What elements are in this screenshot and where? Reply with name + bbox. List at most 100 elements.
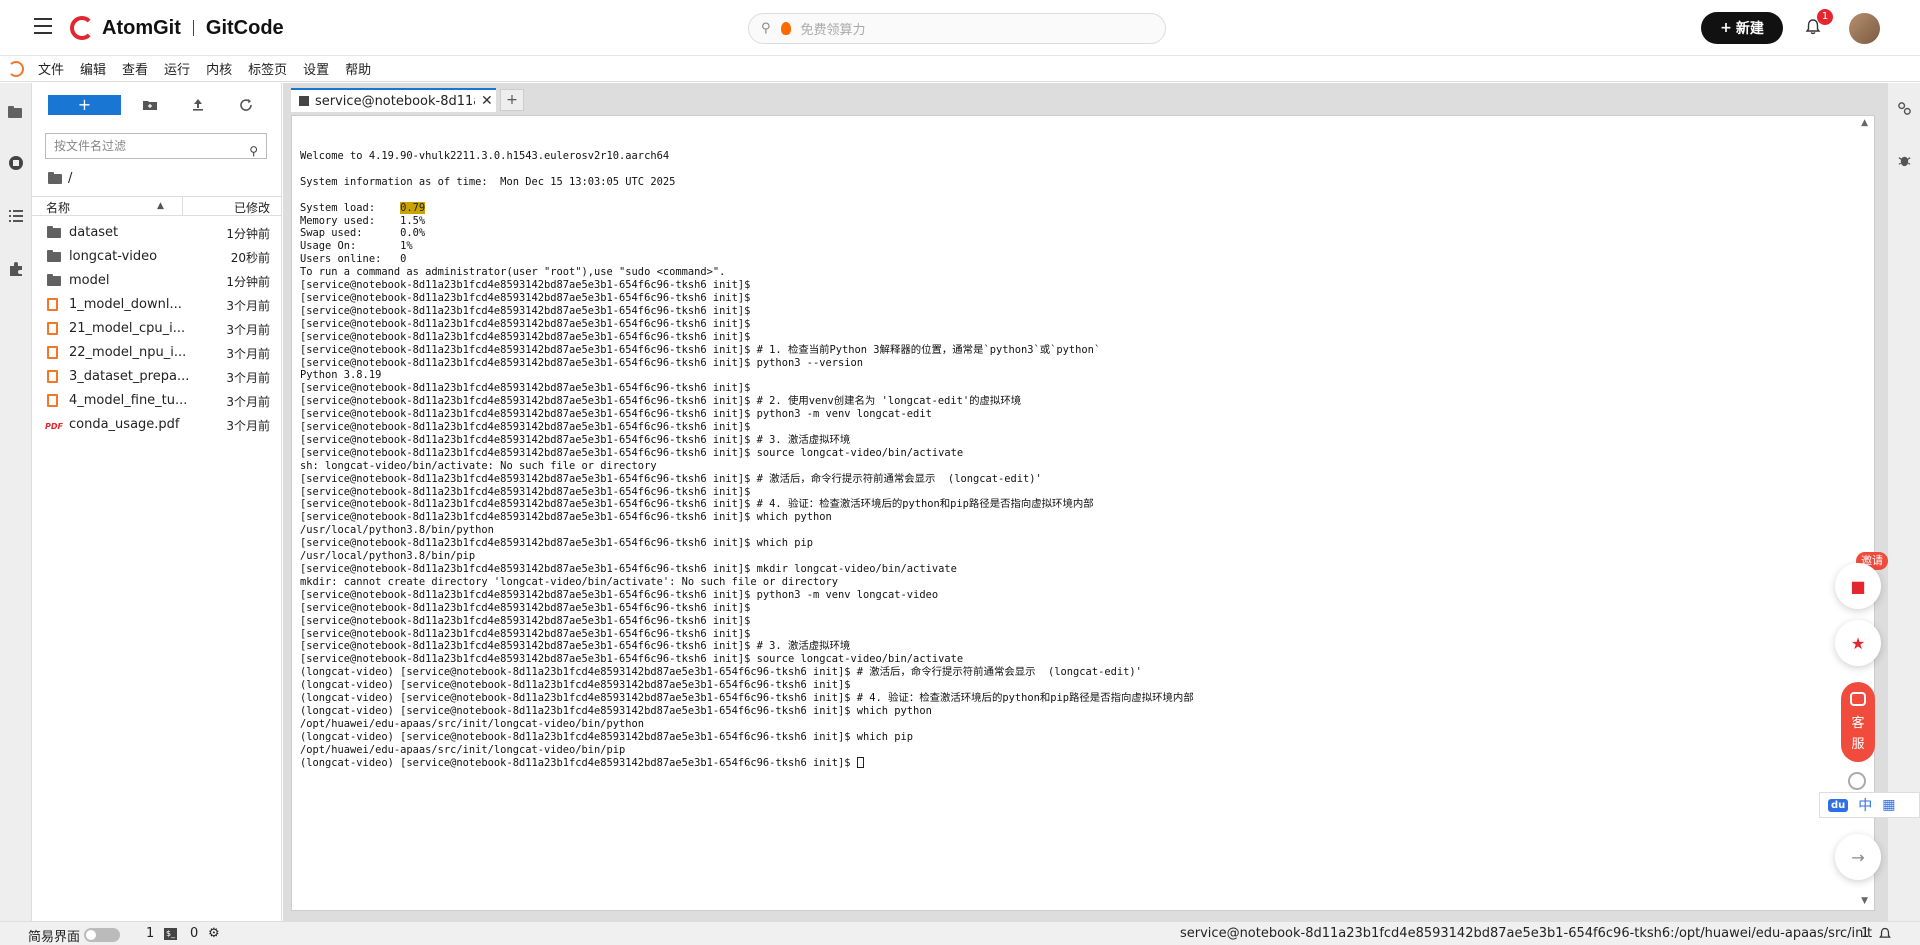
menu-kernel[interactable]: 内核 (206, 59, 232, 78)
search-icon: ⚲ (761, 21, 771, 36)
menu-view[interactable]: 查看 (122, 59, 148, 78)
notebook-icon (47, 322, 58, 339)
folder-icon (48, 171, 62, 184)
new-button-label: 新建 (1735, 21, 1764, 37)
list-item[interactable]: longcat-video 20秒前 (32, 245, 282, 269)
terminal-path: service@notebook-8d11a23b1fcd4e8593142bd… (1180, 926, 1873, 941)
column-divider (182, 197, 183, 215)
notebook-icon (47, 298, 58, 315)
file-modified: 3个月前 (226, 395, 270, 409)
refresh-icon[interactable] (238, 97, 254, 113)
arrow-right-icon: → (1851, 847, 1865, 867)
sort-asc-icon[interactable]: ▲ (157, 201, 164, 211)
add-tab-button[interactable]: + (500, 89, 524, 111)
search-placeholder: 免费领算力 (800, 23, 866, 38)
kernel-count[interactable]: 1 (146, 926, 154, 941)
terminal-history: Memory used: 1.5% Swap used: 0.0% Usage … (300, 214, 1194, 756)
list-item[interactable]: 21_model_cpu_i... 3个月前 (32, 317, 282, 341)
bell-icon[interactable] (1878, 927, 1892, 941)
notebook-icon (47, 346, 58, 363)
debugger-icon[interactable] (1897, 153, 1912, 168)
terminal-cursor (856, 757, 864, 769)
file-list-header: 名称 ▲ 已修改 (32, 196, 282, 216)
customer-service-button[interactable]: 客 服 (1841, 682, 1875, 762)
avatar[interactable] (1849, 13, 1880, 44)
upload-icon[interactable] (190, 97, 206, 113)
column-modified[interactable]: 已修改 (234, 199, 270, 216)
scroll-down-arrow[interactable]: ▼ (1861, 896, 1868, 906)
terminal-icon (299, 96, 309, 106)
file-modified: 20秒前 (230, 251, 270, 265)
filter-placeholder: 按文件名过滤 (54, 139, 127, 153)
file-filter-input[interactable]: 按文件名过滤 ⚲ (45, 133, 267, 159)
forward-button[interactable]: → (1835, 834, 1881, 880)
menu-help[interactable]: 帮助 (345, 59, 371, 78)
search-input[interactable]: ⚲ 免费领算力 (748, 13, 1166, 44)
search-icon: ⚲ (249, 144, 258, 158)
file-modified: 3个月前 (226, 323, 270, 337)
menu-settings[interactable]: 设置 (303, 59, 329, 78)
hamburger-menu-icon[interactable] (34, 18, 52, 36)
list-item[interactable]: 3_dataset_prepa... 3个月前 (32, 365, 282, 389)
status-bar: 简易界面 1 $_ 0 ⚙ service@notebook-8d11a23b1… (0, 921, 1920, 945)
logo-sub: GitCode (205, 16, 284, 39)
gift-button[interactable]: ■ (1835, 563, 1881, 609)
terminal-prompt: (longcat-video) [service@notebook-8d11a2… (300, 756, 857, 769)
running-icon[interactable] (8, 155, 24, 171)
list-item[interactable]: 1_model_downl... 3个月前 (32, 293, 282, 317)
list-item[interactable]: 22_model_npu_i... 3个月前 (32, 341, 282, 365)
tab-terminal[interactable]: service@notebook-8d11a23b ✕ (291, 88, 496, 112)
site-logo[interactable]: AtomGit GitCode (70, 13, 284, 43)
fire-icon (780, 22, 791, 35)
terminal-output: Welcome to 4.19.90-vhulk2211.3.0.h1543.e… (300, 150, 1194, 770)
jupyter-logo-icon (8, 60, 24, 77)
file-modified: 3个月前 (226, 347, 270, 361)
list-item[interactable]: PDF conda_usage.pdf 3个月前 (32, 413, 282, 437)
top-navbar: AtomGit GitCode ⚲ 免费领算力 + 新建 1 (0, 0, 1920, 56)
misc-float-icon[interactable] (1848, 772, 1866, 790)
extension-icon[interactable] (8, 261, 24, 277)
file-name: longcat-video (69, 249, 158, 264)
new-folder-icon[interactable] (142, 97, 158, 113)
menu-edit[interactable]: 编辑 (80, 59, 106, 78)
gift-icon: ■ (1850, 576, 1866, 596)
simple-mode-toggle[interactable] (84, 928, 120, 942)
file-name: 3_dataset_prepa... (69, 369, 189, 384)
folder-icon[interactable] (8, 103, 24, 119)
file-name: dataset (69, 225, 119, 240)
pdf-icon: PDF (45, 422, 63, 431)
file-name: conda_usage.pdf (69, 417, 180, 432)
file-modified: 1分钟前 (226, 275, 270, 289)
close-icon[interactable]: ✕ (481, 93, 493, 109)
terminal-panel[interactable]: Welcome to 4.19.90-vhulk2211.3.0.h1543.e… (291, 115, 1875, 911)
simple-mode-label: 简易界面 (28, 930, 81, 945)
property-inspector-icon[interactable] (1897, 101, 1912, 116)
atomgit-logo-icon (70, 16, 94, 40)
breadcrumb[interactable]: / (48, 171, 72, 186)
notebook-icon (47, 394, 58, 411)
new-button[interactable]: + 新建 (1701, 12, 1783, 44)
terminal-icon: $_ (164, 928, 177, 940)
ime-lang[interactable]: 中 (1858, 795, 1872, 815)
column-name[interactable]: 名称 (46, 199, 70, 216)
menu-file[interactable]: 文件 (38, 59, 64, 78)
list-item[interactable]: 4_model_fine_tu... 3个月前 (32, 389, 282, 413)
menu-tabs[interactable]: 标签页 (248, 59, 287, 78)
grid-icon[interactable]: ▦ (1882, 797, 1895, 813)
list-item[interactable]: dataset 1分钟前 (32, 221, 282, 245)
file-modified: 3个月前 (226, 371, 270, 385)
file-name: model (69, 273, 110, 288)
menu-run[interactable]: 运行 (164, 59, 190, 78)
trophy-button[interactable]: ★ (1835, 620, 1881, 666)
ime-toolbar[interactable]: du 中 ▦ (1819, 792, 1920, 818)
main-dock-area: service@notebook-8d11a23b ✕ + Welcome to… (283, 83, 1887, 921)
terminal-count[interactable]: 0 (190, 926, 198, 941)
notebook-icon (47, 370, 58, 387)
tab-label: service@notebook-8d11a23b (315, 93, 475, 109)
breadcrumb-root[interactable]: / (68, 171, 72, 186)
folder-icon (47, 250, 61, 266)
list-item[interactable]: model 1分钟前 (32, 269, 282, 293)
new-launcher-button[interactable]: + (48, 95, 121, 115)
scroll-up-arrow[interactable]: ▲ (1861, 118, 1868, 128)
toc-icon[interactable] (8, 208, 24, 224)
